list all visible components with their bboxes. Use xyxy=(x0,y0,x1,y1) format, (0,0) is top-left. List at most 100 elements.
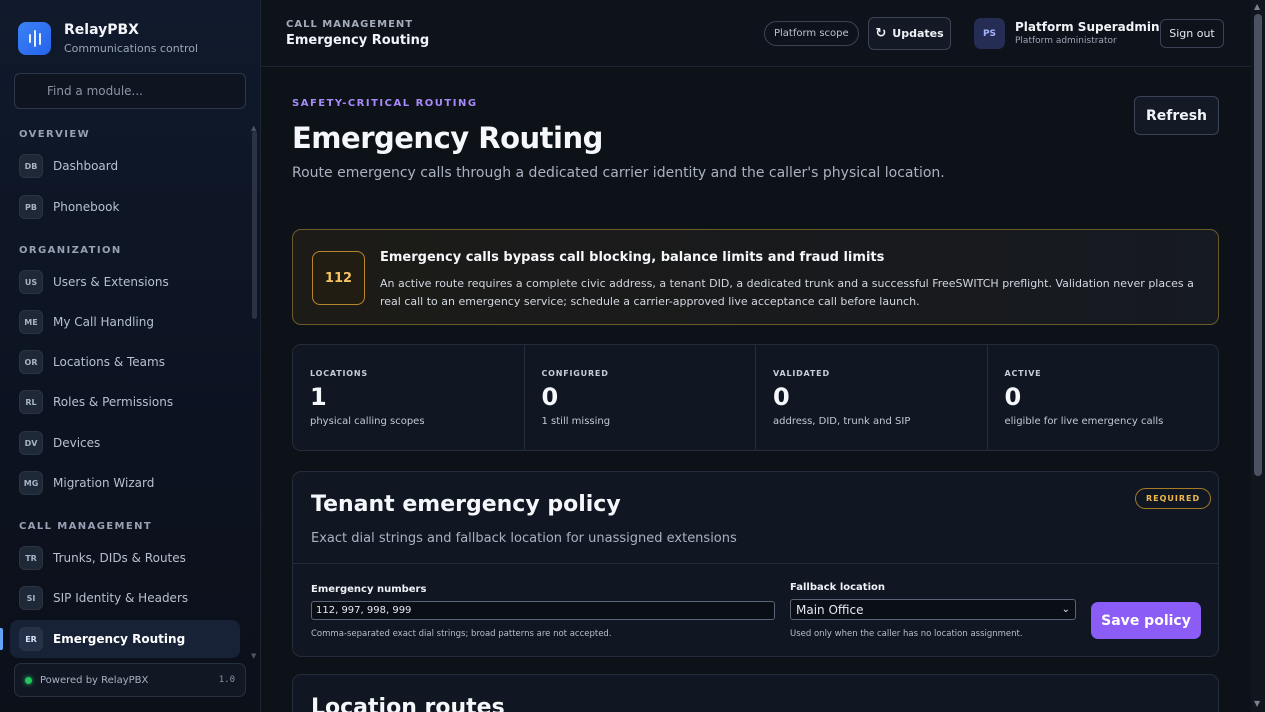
updates-button[interactable]: ↻ Updates xyxy=(868,17,951,50)
location-routes-card: Location routes xyxy=(292,674,1219,712)
waveform-logo-icon xyxy=(18,22,51,55)
page-subtitle: Route emergency calls through a dedicate… xyxy=(292,165,945,181)
fallback-location-select[interactable]: Main Office ⌄ xyxy=(790,599,1076,620)
topbar: CALL MANAGEMENT Emergency Routing Platfo… xyxy=(261,0,1251,67)
sidebar-item-trunks[interactable]: TR Trunks, DIDs & Routes xyxy=(10,539,240,577)
dashboard-icon: DB xyxy=(19,154,43,178)
version-label: 1.0 xyxy=(218,675,235,685)
scroll-down-arrow-icon[interactable]: ▼ xyxy=(1254,699,1260,708)
fallback-location-help: Used only when the caller has no locatio… xyxy=(790,629,1023,639)
emergency-routing-icon: ER xyxy=(19,627,43,651)
refresh-button[interactable]: Refresh xyxy=(1134,96,1219,135)
sidebar-item-migration[interactable]: MG Migration Wizard xyxy=(10,464,240,502)
stat-label: ACTIVE xyxy=(1004,369,1042,378)
stat-note: physical calling scopes xyxy=(310,416,425,427)
stats-panel: LOCATIONS 1 physical calling scopes CONF… xyxy=(292,344,1219,451)
sidebar-item-users[interactable]: US Users & Extensions xyxy=(10,263,240,301)
scroll-up-arrow-icon[interactable]: ▲ xyxy=(1254,2,1260,11)
stat-label: CONFIGURED xyxy=(541,369,609,378)
stat-configured: CONFIGURED 0 1 still missing xyxy=(525,345,756,450)
sidebar-item-dashboard[interactable]: DB Dashboard xyxy=(10,147,240,185)
stat-label: LOCATIONS xyxy=(310,369,368,378)
brand[interactable]: RelayPBX Communications control xyxy=(18,21,198,56)
section-organization: ORGANIZATION xyxy=(19,245,122,256)
stat-note: 1 still missing xyxy=(541,416,611,427)
sidebar-item-devices[interactable]: DV Devices xyxy=(10,424,240,462)
required-badge: REQUIRED xyxy=(1135,488,1212,509)
call-handling-icon: ME xyxy=(19,310,43,334)
stat-value: 0 xyxy=(541,383,559,411)
stat-value: 0 xyxy=(773,383,790,411)
scrollbar-thumb[interactable] xyxy=(1254,14,1262,476)
emergency-numbers-input[interactable] xyxy=(311,601,775,620)
module-search xyxy=(14,73,246,109)
sidebar-item-emergency-routing[interactable]: ER Emergency Routing xyxy=(10,620,240,658)
tenant-policy-card: Tenant emergency policy Exact dial strin… xyxy=(292,471,1219,657)
section-call-management: CALL MANAGEMENT xyxy=(19,521,153,532)
stat-validated: VALIDATED 0 address, DID, trunk and SIP xyxy=(756,345,988,450)
status-dot-icon xyxy=(25,676,32,684)
brand-subtitle: Communications control xyxy=(64,42,199,55)
sign-out-button[interactable]: Sign out xyxy=(1160,19,1224,48)
user-role: Platform administrator xyxy=(1015,36,1117,46)
save-policy-button[interactable]: Save policy xyxy=(1091,602,1201,639)
sidebar-item-label: Emergency Routing xyxy=(53,632,186,646)
stat-value: 0 xyxy=(1004,383,1022,411)
active-indicator xyxy=(0,628,3,650)
page-scrollbar[interactable]: ▲ ▼ xyxy=(1251,0,1265,712)
user-name: Platform Superadmin xyxy=(1015,20,1160,34)
stat-note: eligible for live emergency calls xyxy=(1004,416,1164,427)
breadcrumb: CALL MANAGEMENT xyxy=(286,19,414,30)
refresh-cycle-icon: ↻ xyxy=(875,26,887,41)
emergency-numbers-label: Emergency numbers xyxy=(311,584,427,595)
emergency-number-badge: 112 xyxy=(312,251,365,305)
sidebar-scrollbar[interactable] xyxy=(252,131,257,319)
scroll-down-arrow-icon[interactable]: ▼ xyxy=(251,652,256,660)
page-eyebrow: SAFETY-CRITICAL ROUTING xyxy=(292,98,478,109)
stat-value: 1 xyxy=(310,383,327,411)
emergency-numbers-help: Comma-separated exact dial strings; broa… xyxy=(311,629,612,639)
alert-body: An active route requires a complete civi… xyxy=(380,277,1194,308)
sidebar: RelayPBX Communications control ▲ ▼ OVER… xyxy=(0,0,261,712)
sidebar-item-label: Dashboard xyxy=(53,159,119,173)
updates-label: Updates xyxy=(892,27,944,40)
trunks-icon: TR xyxy=(19,546,43,570)
sidebar-item-label: My Call Handling xyxy=(53,315,154,329)
stat-label: VALIDATED xyxy=(773,369,830,378)
sidebar-item-phonebook[interactable]: PB Phonebook xyxy=(10,188,240,226)
alert-title: Emergency calls bypass call blocking, ba… xyxy=(380,250,885,265)
module-search-input[interactable] xyxy=(47,84,237,98)
topbar-title: Emergency Routing xyxy=(286,33,430,48)
section-overview: OVERVIEW xyxy=(19,129,91,140)
stat-locations: LOCATIONS 1 physical calling scopes xyxy=(293,345,525,450)
locations-icon: OR xyxy=(19,350,43,374)
sidebar-item-label: Roles & Permissions xyxy=(53,395,174,409)
sidebar-item-roles[interactable]: RL Roles & Permissions xyxy=(10,383,240,421)
sidebar-item-label: Migration Wizard xyxy=(53,476,155,490)
emergency-warning-banner: 112 Emergency calls bypass call blocking… xyxy=(292,229,1219,325)
powered-by: Powered by RelayPBX xyxy=(40,674,149,686)
sidebar-item-label: SIP Identity & Headers xyxy=(53,591,189,605)
phonebook-icon: PB xyxy=(19,195,43,219)
sidebar-item-my-call-handling[interactable]: ME My Call Handling xyxy=(10,303,240,341)
sidebar-item-label: Locations & Teams xyxy=(53,355,165,369)
divider xyxy=(293,563,1218,564)
stat-note: address, DID, trunk and SIP xyxy=(773,416,911,427)
stat-active: ACTIVE 0 eligible for live emergency cal… xyxy=(988,345,1219,450)
fallback-location-value: Main Office xyxy=(796,602,864,617)
sidebar-footer: Powered by RelayPBX 1.0 xyxy=(14,663,246,697)
sidebar-item-label: Users & Extensions xyxy=(53,275,169,289)
page-title: Emergency Routing xyxy=(292,121,603,155)
sidebar-item-sip-identity[interactable]: SI SIP Identity & Headers xyxy=(10,579,240,617)
sidebar-item-label: Phonebook xyxy=(53,200,120,214)
roles-icon: RL xyxy=(19,390,43,414)
sip-identity-icon: SI xyxy=(19,586,43,610)
avatar[interactable]: PS xyxy=(974,18,1005,49)
sidebar-item-locations[interactable]: OR Locations & Teams xyxy=(10,343,240,381)
sidebar-item-label: Devices xyxy=(53,436,101,450)
scope-badge: Platform scope xyxy=(764,21,859,46)
fallback-location-label: Fallback location xyxy=(790,582,885,593)
policy-title: Tenant emergency policy xyxy=(311,492,621,517)
devices-icon: DV xyxy=(19,431,43,455)
brand-name: RelayPBX xyxy=(64,22,139,38)
